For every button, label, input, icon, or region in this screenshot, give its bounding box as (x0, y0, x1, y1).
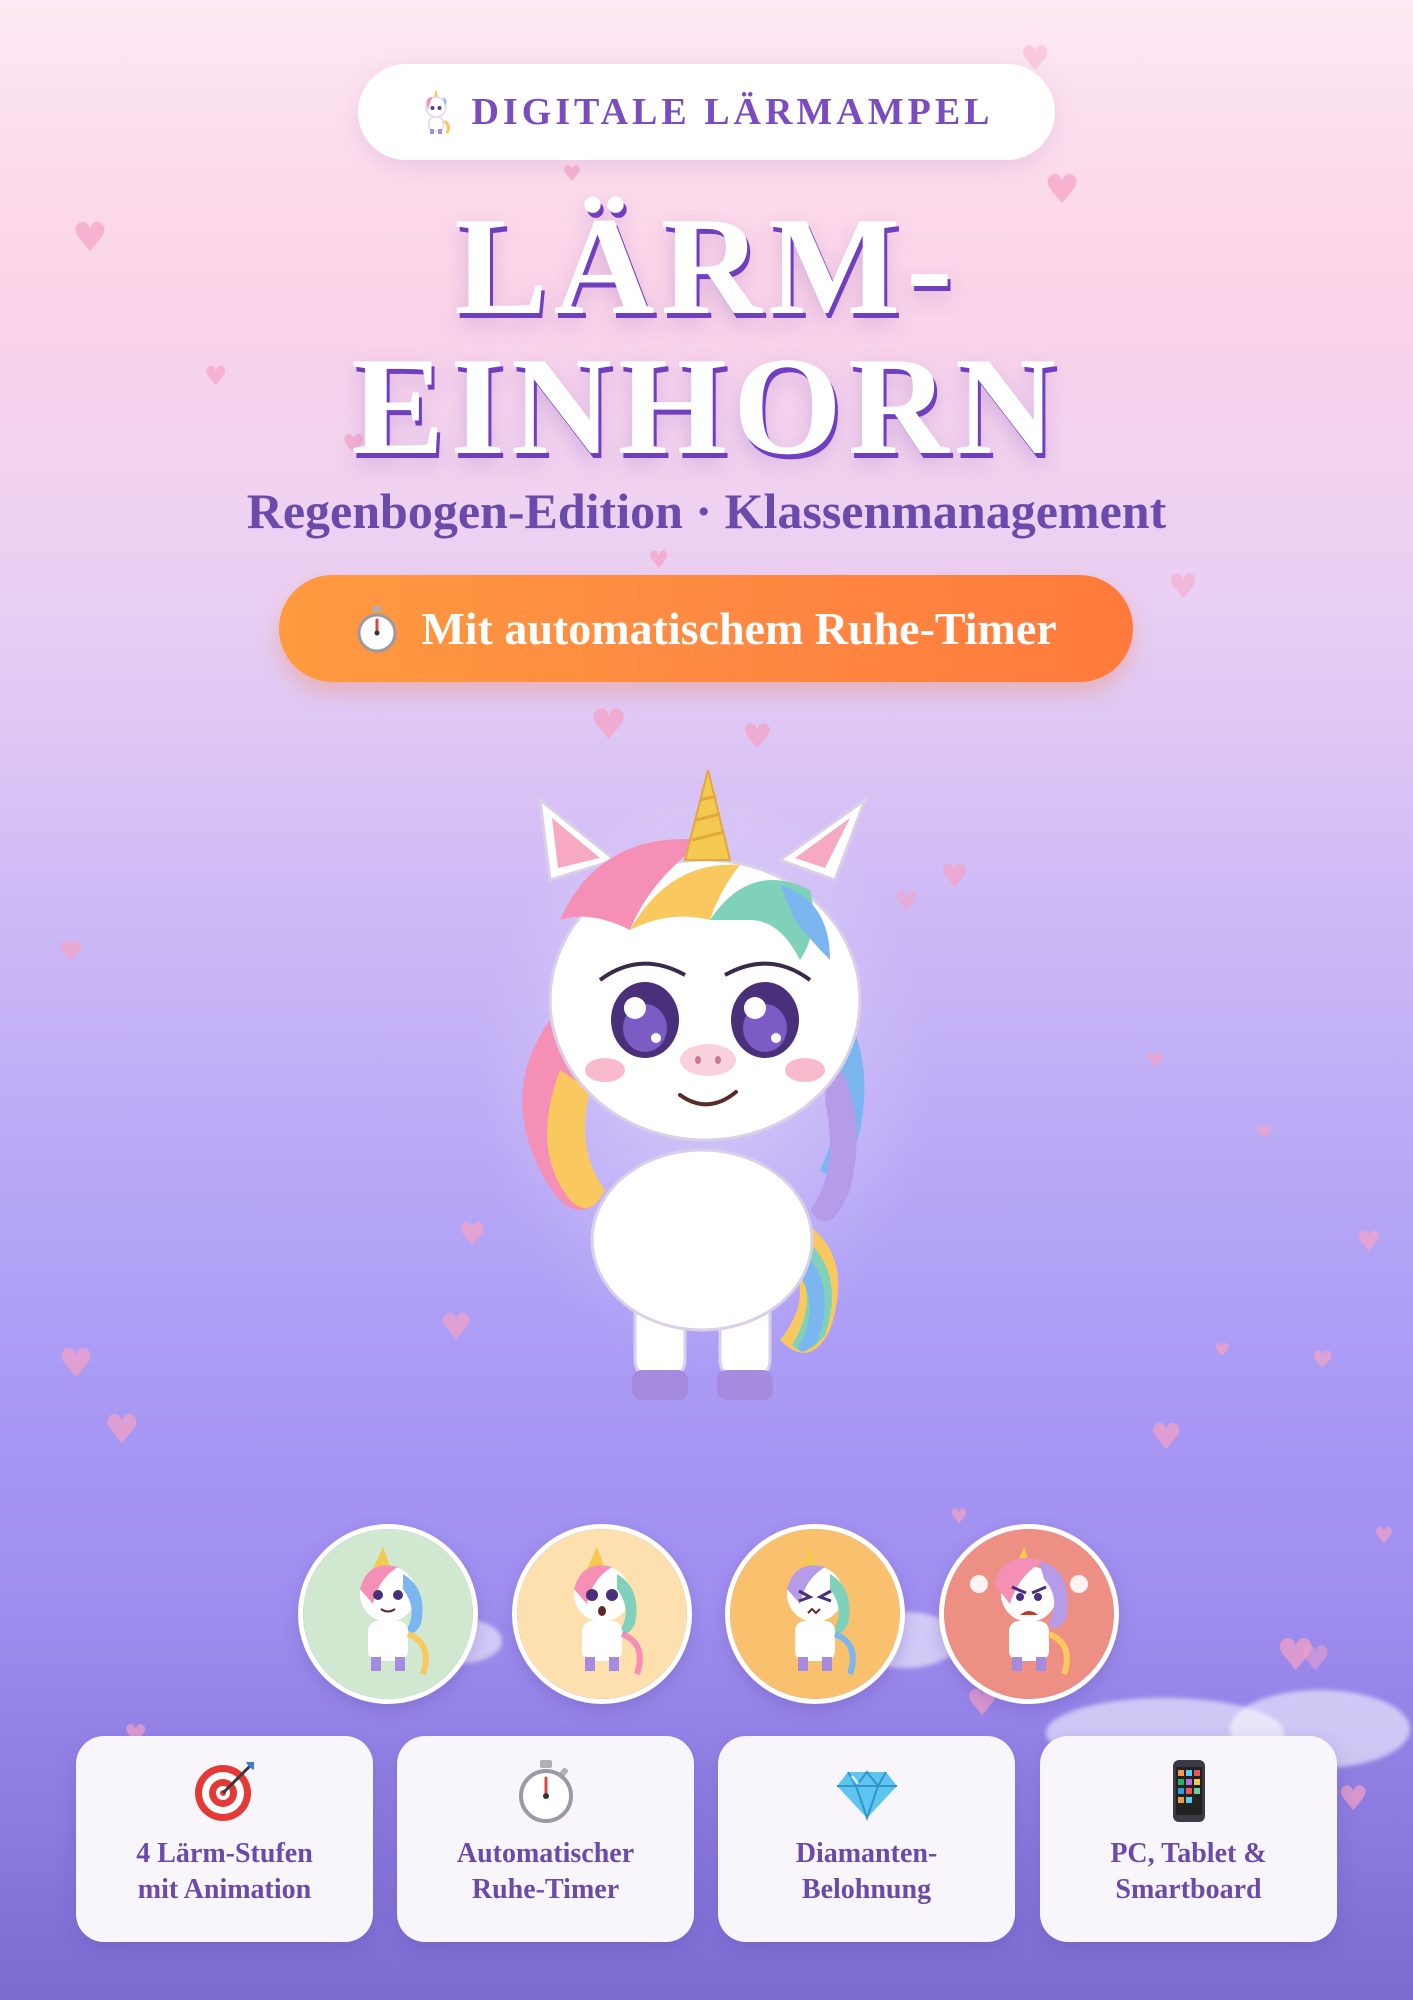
header-badge: DIGITALE LÄRMAMPEL (358, 64, 1055, 160)
unicorn-icon (425, 89, 451, 134)
heart-icon: ♥ (1168, 567, 1199, 607)
diamond-icon (836, 1770, 897, 1822)
target-icon (194, 1762, 254, 1821)
feature-label: Automatischer Ruhe-Timer (456, 1838, 635, 1905)
heart-icon: ♥ (1146, 1048, 1164, 1072)
heart-icon: ♥ (1312, 1346, 1334, 1374)
stopwatch-icon (357, 605, 397, 652)
feature-label: 4 Lärm-Stufen mit Animation (136, 1838, 313, 1905)
heart-icon: ♥ (58, 1341, 94, 1387)
unicorn-illustration (480, 770, 930, 1400)
heart-icon: ♥ (104, 1407, 140, 1453)
stage-stressed-unicorn (725, 1524, 905, 1704)
mobile-phone-icon (1172, 1760, 1205, 1822)
noise-stages (0, 1524, 1413, 1704)
heart-icon: ♥ (1214, 1340, 1231, 1361)
heart-icon: ♥ (940, 857, 969, 895)
feature-card-noise-levels: 4 Lärm-Stufen mit Animation (76, 1736, 373, 1942)
heart-icon: ♥ (1150, 1417, 1183, 1458)
heart-icon: ♥ (742, 717, 773, 757)
heart-icon: ♥ (562, 162, 582, 187)
stage-angry-unicorn (939, 1524, 1119, 1704)
feature-card-timer: Automatischer Ruhe-Timer (397, 1736, 694, 1942)
badge-label: DIGITALE LÄRMAMPEL (471, 91, 994, 133)
heart-icon: ♥ (590, 700, 628, 749)
page-title-line1: LÄRM- (454, 189, 959, 344)
stage-calm-unicorn (298, 1524, 478, 1704)
timer-pill-label: Mit automatischem Ruhe-Timer (421, 603, 1057, 654)
heart-icon: ♥ (440, 1307, 473, 1348)
feature-card-diamond: Diamanten- Belohnung (718, 1736, 1015, 1942)
heart-icon: ♥ (58, 935, 84, 968)
page-title-line2: EINHORN (351, 329, 1062, 484)
page-subtitle: Regenbogen-Edition · Klassenmanagement (246, 483, 1167, 539)
timer-pill: Mit automatischem Ruhe-Timer (279, 575, 1133, 682)
feature-label: PC, Tablet & Smartboard (1110, 1838, 1267, 1905)
stage-surprised-unicorn (512, 1524, 692, 1704)
heart-icon: ♥ (648, 546, 670, 574)
heart-icon: ♥ (1338, 1779, 1369, 1819)
heart-icon: ♥ (950, 1504, 968, 1528)
heart-icon: ♥ (1356, 1225, 1382, 1258)
feature-card-devices: PC, Tablet & Smartboard (1040, 1736, 1337, 1942)
feature-label: Diamanten- Belohnung (795, 1838, 938, 1905)
stopwatch-icon (518, 1760, 573, 1823)
heart-icon: ♥ (1256, 1122, 1273, 1143)
